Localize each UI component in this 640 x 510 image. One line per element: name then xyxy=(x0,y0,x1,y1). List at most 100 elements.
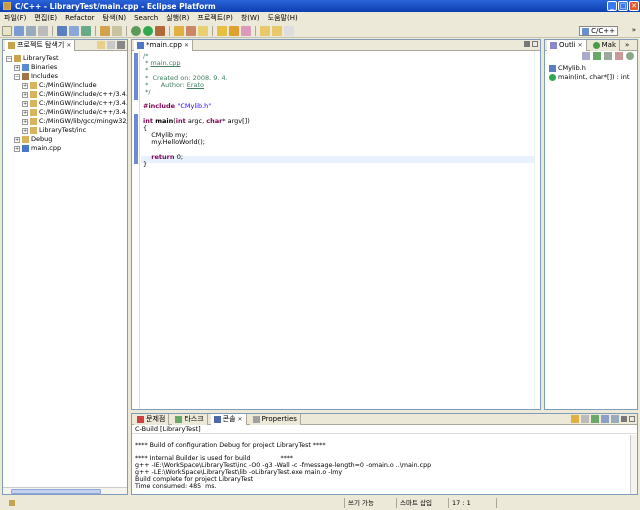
menu-window[interactable]: 창(W) xyxy=(241,13,260,23)
tree-item[interactable]: + C:/MinGW/include xyxy=(5,81,125,90)
maximize-button[interactable]: □ xyxy=(618,1,628,11)
menu-help[interactable]: 도움말(H) xyxy=(268,13,298,23)
scroll-lock-icon[interactable] xyxy=(581,415,589,423)
close-button[interactable]: ✕ xyxy=(629,1,639,11)
collapse-icon[interactable]: − xyxy=(6,55,12,62)
minimize-view-icon[interactable] xyxy=(524,41,530,47)
menu-run[interactable]: 실행(R) xyxy=(166,13,189,23)
close-icon[interactable]: ✕ xyxy=(578,42,583,49)
expand-icon[interactable]: + xyxy=(22,109,28,116)
close-icon[interactable]: ✕ xyxy=(238,416,243,423)
collapse-all-icon[interactable] xyxy=(97,41,105,49)
external-tools-icon[interactable] xyxy=(155,25,165,36)
sort-icon[interactable] xyxy=(582,52,590,60)
console-pane: 문제점 타스크 콘솔 ✕ Properties C-Build [Library… xyxy=(131,413,638,495)
status-cursor-position: 17 : 1 xyxy=(448,498,496,508)
minimize-button[interactable]: _ xyxy=(607,1,617,11)
menu-file[interactable]: 파일(F) xyxy=(4,13,26,23)
menu-project[interactable]: 프로젝트(P) xyxy=(197,13,232,23)
collapse-icon[interactable]: − xyxy=(14,73,20,80)
expand-icon[interactable]: + xyxy=(14,145,20,152)
pen-icon[interactable] xyxy=(198,25,208,36)
tree-item[interactable]: + C:/MinGW/include/c++/3.4.5 xyxy=(5,108,127,117)
tree-item[interactable]: + Binaries xyxy=(5,63,125,72)
menu-search[interactable]: Search xyxy=(134,14,158,22)
search-icon[interactable] xyxy=(100,25,110,36)
scroll-thumb[interactable] xyxy=(11,489,101,494)
display-console-icon[interactable] xyxy=(601,415,609,423)
console-output[interactable]: **** Build of configuration Debug for pr… xyxy=(132,434,637,492)
perspective-switcher[interactable]: C/C++ xyxy=(579,26,618,36)
expand-icon[interactable]: + xyxy=(22,118,28,125)
new-class-icon[interactable] xyxy=(81,25,91,36)
tab-tasks[interactable]: 타스크 xyxy=(172,414,208,425)
expand-icon[interactable]: + xyxy=(22,82,28,89)
menu-navigate[interactable]: 탐색(N) xyxy=(103,13,127,23)
explorer-horizontal-scrollbar[interactable] xyxy=(3,487,127,494)
print-icon[interactable] xyxy=(38,25,48,36)
console-vertical-scrollbar[interactable] xyxy=(630,435,637,494)
code-line: return 0; xyxy=(143,153,540,161)
new-icon[interactable] xyxy=(2,25,12,36)
hide-nonpublic-icon[interactable] xyxy=(615,52,623,60)
close-icon[interactable]: ✕ xyxy=(66,42,71,49)
annotation-prev-icon[interactable] xyxy=(229,25,239,36)
hide-fields-icon[interactable] xyxy=(593,52,601,60)
more-perspectives-button[interactable]: » xyxy=(632,26,636,34)
more-views-button[interactable]: » xyxy=(625,41,629,49)
hide-static-icon[interactable] xyxy=(604,52,612,60)
open-type-icon[interactable] xyxy=(112,25,122,36)
outline-item[interactable]: main(int, char*[]) : int xyxy=(549,73,633,82)
code-line: /* xyxy=(143,52,540,60)
pin-icon[interactable] xyxy=(284,25,294,36)
tree-item[interactable]: − Includes xyxy=(5,72,125,81)
minimize-view-icon[interactable] xyxy=(621,416,627,422)
clear-console-icon[interactable] xyxy=(571,415,579,423)
pin-console-icon[interactable] xyxy=(591,415,599,423)
tree-item[interactable]: + C:/MinGW/include/c++/3.4.5 xyxy=(5,90,127,99)
expand-icon[interactable]: + xyxy=(22,127,28,134)
open-console-icon[interactable] xyxy=(611,415,619,423)
maximize-view-icon[interactable] xyxy=(629,416,635,422)
code-token: my.HelloWorld(); xyxy=(143,138,205,147)
expand-icon[interactable]: + xyxy=(14,64,20,71)
tree-item[interactable]: + C:/MinGW/include/c++/3.4.5 xyxy=(5,99,127,108)
mark-occurrences-icon[interactable] xyxy=(186,25,196,36)
menu-edit[interactable]: 편집(E) xyxy=(34,13,57,23)
tree-item[interactable]: + main.cpp xyxy=(5,144,125,153)
new-cpp-project-icon[interactable] xyxy=(69,25,79,36)
save-icon[interactable] xyxy=(14,25,24,36)
tab-outline[interactable]: Outli ✕ xyxy=(547,40,587,51)
expand-icon[interactable]: + xyxy=(22,100,28,107)
overview-ruler[interactable] xyxy=(534,51,540,409)
expand-icon[interactable]: + xyxy=(22,91,28,98)
tree-item[interactable]: + Debug xyxy=(5,135,125,144)
tab-console[interactable]: 콘솔 ✕ xyxy=(210,414,247,425)
group-icon[interactable] xyxy=(626,52,634,60)
tab-properties[interactable]: Properties xyxy=(249,414,301,425)
back-icon[interactable] xyxy=(260,25,270,36)
tab-make-targets[interactable]: Mak xyxy=(589,40,621,51)
tree-item[interactable]: + C:/MinGW/lib/gcc/mingw32/ xyxy=(5,117,127,126)
last-edit-icon[interactable] xyxy=(241,25,251,36)
code-area[interactable]: /* * main.cpp * * Created on: 2008. 9. 4… xyxy=(143,52,540,175)
run-icon[interactable] xyxy=(143,25,153,36)
save-all-icon[interactable] xyxy=(26,25,36,36)
close-icon[interactable]: ✕ xyxy=(184,42,189,49)
tab-main-cpp[interactable]: *main.cpp ✕ xyxy=(134,40,193,51)
outline-item[interactable]: CMylib.h xyxy=(549,64,633,73)
tab-project-explorer[interactable]: 프로젝트 탐색기 ✕ xyxy=(5,40,76,51)
maximize-view-icon[interactable] xyxy=(532,41,538,47)
view-menu-icon[interactable] xyxy=(117,41,125,49)
link-editor-icon[interactable] xyxy=(107,41,115,49)
tree-item[interactable]: + LibraryTest/inc xyxy=(5,126,125,135)
tab-problems[interactable]: 문제점 xyxy=(134,414,170,425)
build-icon[interactable] xyxy=(57,25,67,36)
open-folder-icon[interactable] xyxy=(174,25,184,36)
menu-refactor[interactable]: Refactor xyxy=(65,14,94,22)
forward-icon[interactable] xyxy=(272,25,282,36)
expand-icon[interactable]: + xyxy=(14,136,20,143)
annotation-next-icon[interactable] xyxy=(217,25,227,36)
debug-icon[interactable] xyxy=(131,25,141,36)
tree-item[interactable]: − LibraryTest xyxy=(5,54,125,63)
